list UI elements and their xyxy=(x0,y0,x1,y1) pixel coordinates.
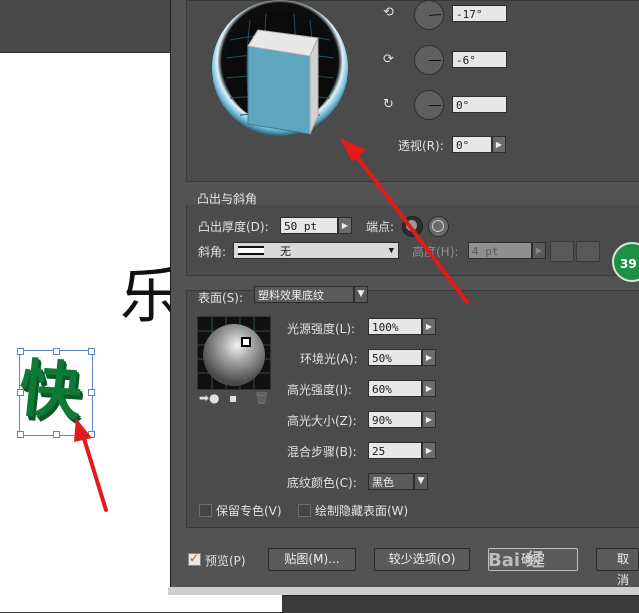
surface-label: 表面(S): xyxy=(198,291,244,305)
ambient-arrow-button[interactable]: ▶ xyxy=(422,349,436,366)
surface-chevron-down-icon[interactable]: ▼ xyxy=(354,286,368,303)
cap-off-icon xyxy=(432,220,444,232)
light-intensity-field[interactable]: 100% xyxy=(368,318,422,335)
preview-checkbox[interactable]: ✓ xyxy=(188,551,201,566)
blend-steps-arrow-button[interactable]: ▶ xyxy=(422,442,436,459)
delete-light-icon[interactable]: 🗑 xyxy=(254,391,269,405)
highlight-size-field[interactable]: 90% xyxy=(368,411,422,428)
shading-color-select[interactable]: 黑色 xyxy=(368,473,414,490)
blend-steps-field[interactable]: 25 xyxy=(368,442,422,459)
draw-hidden-checkbox[interactable] xyxy=(298,504,311,517)
new-light-icon[interactable]: ▪ xyxy=(229,391,237,405)
light-source-handle xyxy=(241,337,251,347)
height-field[interactable]: 4 pt xyxy=(468,242,532,259)
workspace-sliver xyxy=(168,587,639,595)
highlight-size-label: 高光大小(Z): xyxy=(287,414,357,428)
bevel-select[interactable]: 无 ▼ xyxy=(233,242,399,259)
z-axis-dial[interactable] xyxy=(414,90,444,120)
rotate-x-icon: ⟲ xyxy=(383,5,394,20)
rotate-z-icon: ↻ xyxy=(383,97,394,112)
cap-label: 端点: xyxy=(366,220,395,234)
highlight-intensity-label: 高光强度(I): xyxy=(287,383,352,397)
bevel-out-button[interactable] xyxy=(550,241,574,262)
shading-chevron-down-icon[interactable]: ▼ xyxy=(414,473,428,490)
selection-handle[interactable] xyxy=(88,389,95,396)
chevron-down-icon: ▼ xyxy=(388,246,394,256)
map-art-button[interactable]: 贴图(M)... xyxy=(268,548,356,571)
bevel-label: 斜角: xyxy=(198,245,227,259)
fewer-options-button[interactable]: 较少选项(O) xyxy=(374,548,470,571)
cube-side-face xyxy=(309,37,319,135)
selection-handle[interactable] xyxy=(88,431,95,438)
rotate-y-icon: ⟳ xyxy=(383,52,394,67)
perspective-label: 透视(R): xyxy=(398,139,444,153)
shading-color-label: 底纹颜色(C): xyxy=(287,476,357,490)
height-label: 高度(H): xyxy=(412,245,459,259)
draw-hidden-label: 绘制隐藏表面(W) xyxy=(315,504,409,518)
selection-handle[interactable] xyxy=(17,348,24,355)
blend-steps-label: 混合步骤(B): xyxy=(287,445,357,459)
bevel-value: 无 xyxy=(280,245,291,258)
highlight-intensity-arrow-button[interactable]: ▶ xyxy=(422,380,436,397)
workspace-bottom xyxy=(282,595,639,613)
bevel-in-button[interactable] xyxy=(576,241,600,262)
cube-front-face xyxy=(247,45,311,135)
preview-label: 预览(P) xyxy=(205,554,246,568)
extrude-depth-label: 凸出厚度(D): xyxy=(198,220,269,234)
highlight-intensity-field[interactable]: 60% xyxy=(368,380,422,397)
extrude-depth-field[interactable]: 50 pt xyxy=(280,217,338,234)
selection-bounding-box[interactable] xyxy=(17,348,95,438)
x-rotation-field[interactable]: -17° xyxy=(452,5,507,22)
selection-handle[interactable] xyxy=(53,348,60,355)
preserve-spot-checkbox[interactable] xyxy=(199,504,212,517)
cap-on-icon xyxy=(406,220,417,231)
watermark: Bai 经 xyxy=(488,550,545,571)
cancel-button[interactable]: 取消 xyxy=(596,548,639,587)
perspective-field[interactable]: 0° xyxy=(452,136,492,153)
z-rotation-field[interactable]: 0° xyxy=(452,96,507,113)
light-intensity-label: 光源强度(L): xyxy=(287,322,356,336)
canvas-top-bar xyxy=(0,0,170,52)
ambient-field[interactable]: 50% xyxy=(368,349,422,366)
lighting-sphere[interactable] xyxy=(197,316,271,390)
checkmark-icon: ✓ xyxy=(189,551,200,565)
selection-handle[interactable] xyxy=(88,348,95,355)
selection-handle[interactable] xyxy=(17,389,24,396)
perspective-arrow-button[interactable]: ▶ xyxy=(492,136,506,153)
x-axis-dial[interactable] xyxy=(414,0,444,30)
preserve-spot-label: 保留专色(V) xyxy=(216,504,282,518)
artboard-bottom xyxy=(0,595,282,612)
height-arrow-button[interactable]: ▶ xyxy=(532,242,546,259)
y-rotation-field[interactable]: -6° xyxy=(452,51,507,68)
surface-select[interactable]: 塑料效果底纹 xyxy=(254,286,354,303)
extrude-depth-arrow-button[interactable]: ▶ xyxy=(338,217,352,234)
rotation-sphere[interactable] xyxy=(200,0,360,146)
move-light-back-icon[interactable]: ➡● xyxy=(199,391,220,405)
bevel-swatch-icon xyxy=(238,246,264,255)
y-axis-dial[interactable] xyxy=(414,45,444,75)
highlight-size-arrow-button[interactable]: ▶ xyxy=(422,411,436,428)
selection-handle[interactable] xyxy=(17,431,24,438)
ambient-label: 环境光(A): xyxy=(300,352,358,366)
light-intensity-arrow-button[interactable]: ▶ xyxy=(422,318,436,335)
selection-handle[interactable] xyxy=(53,431,60,438)
